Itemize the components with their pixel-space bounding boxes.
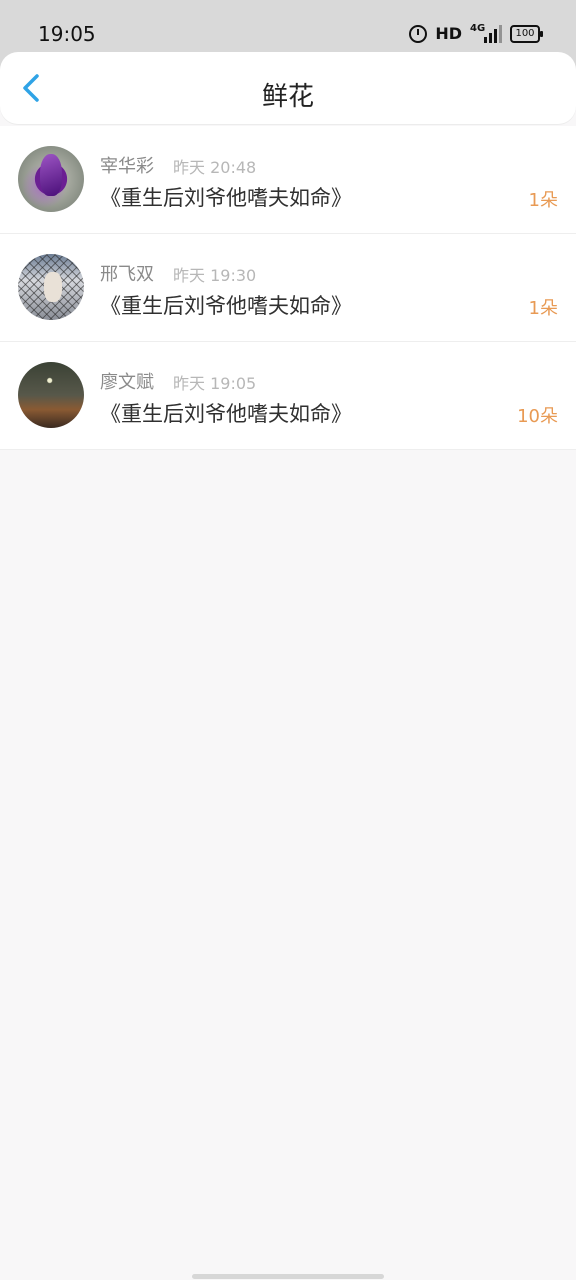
home-indicator[interactable] [192,1274,384,1279]
timestamp: 昨天 20:48 [173,158,257,177]
alarm-icon [409,24,428,43]
hd-icon: HD [435,24,462,43]
list-item[interactable]: 廖文赋 昨天 19:05 《重生后刘爷他嗜夫如命》 10朵 [0,342,576,450]
flower-count: 1朵 [528,298,558,319]
status-icons: HD 4G 100 [409,22,543,43]
gift-list: 宰华彩 昨天 20:48 《重生后刘爷他嗜夫如命》 1朵 邢飞双 昨天 19:3… [0,126,576,450]
list-item[interactable]: 邢飞双 昨天 19:30 《重生后刘爷他嗜夫如命》 1朵 [0,234,576,342]
book-title: 《重生后刘爷他嗜夫如命》 [100,186,352,210]
avatar[interactable] [18,362,84,428]
flower-count: 1朵 [528,190,558,211]
avatar[interactable] [18,146,84,212]
sender-name: 宰华彩 [100,156,154,177]
list-item[interactable]: 宰华彩 昨天 20:48 《重生后刘爷他嗜夫如命》 1朵 [0,126,576,234]
book-title: 《重生后刘爷他嗜夫如命》 [100,294,352,318]
signal-icon: 4G [470,22,502,43]
book-title: 《重生后刘爷他嗜夫如命》 [100,402,352,426]
flower-count: 10朵 [517,406,558,427]
timestamp: 昨天 19:30 [173,266,257,285]
sender-name: 邢飞双 [100,264,154,285]
timestamp: 昨天 19:05 [173,374,257,393]
app-header: 鲜花 [0,52,576,124]
battery-icon: 100 [510,24,543,43]
avatar[interactable] [18,254,84,320]
status-time: 19:05 [38,22,96,46]
sender-name: 廖文赋 [100,372,154,393]
page-title: 鲜花 [261,82,314,112]
network-type: 4G [470,22,486,34]
